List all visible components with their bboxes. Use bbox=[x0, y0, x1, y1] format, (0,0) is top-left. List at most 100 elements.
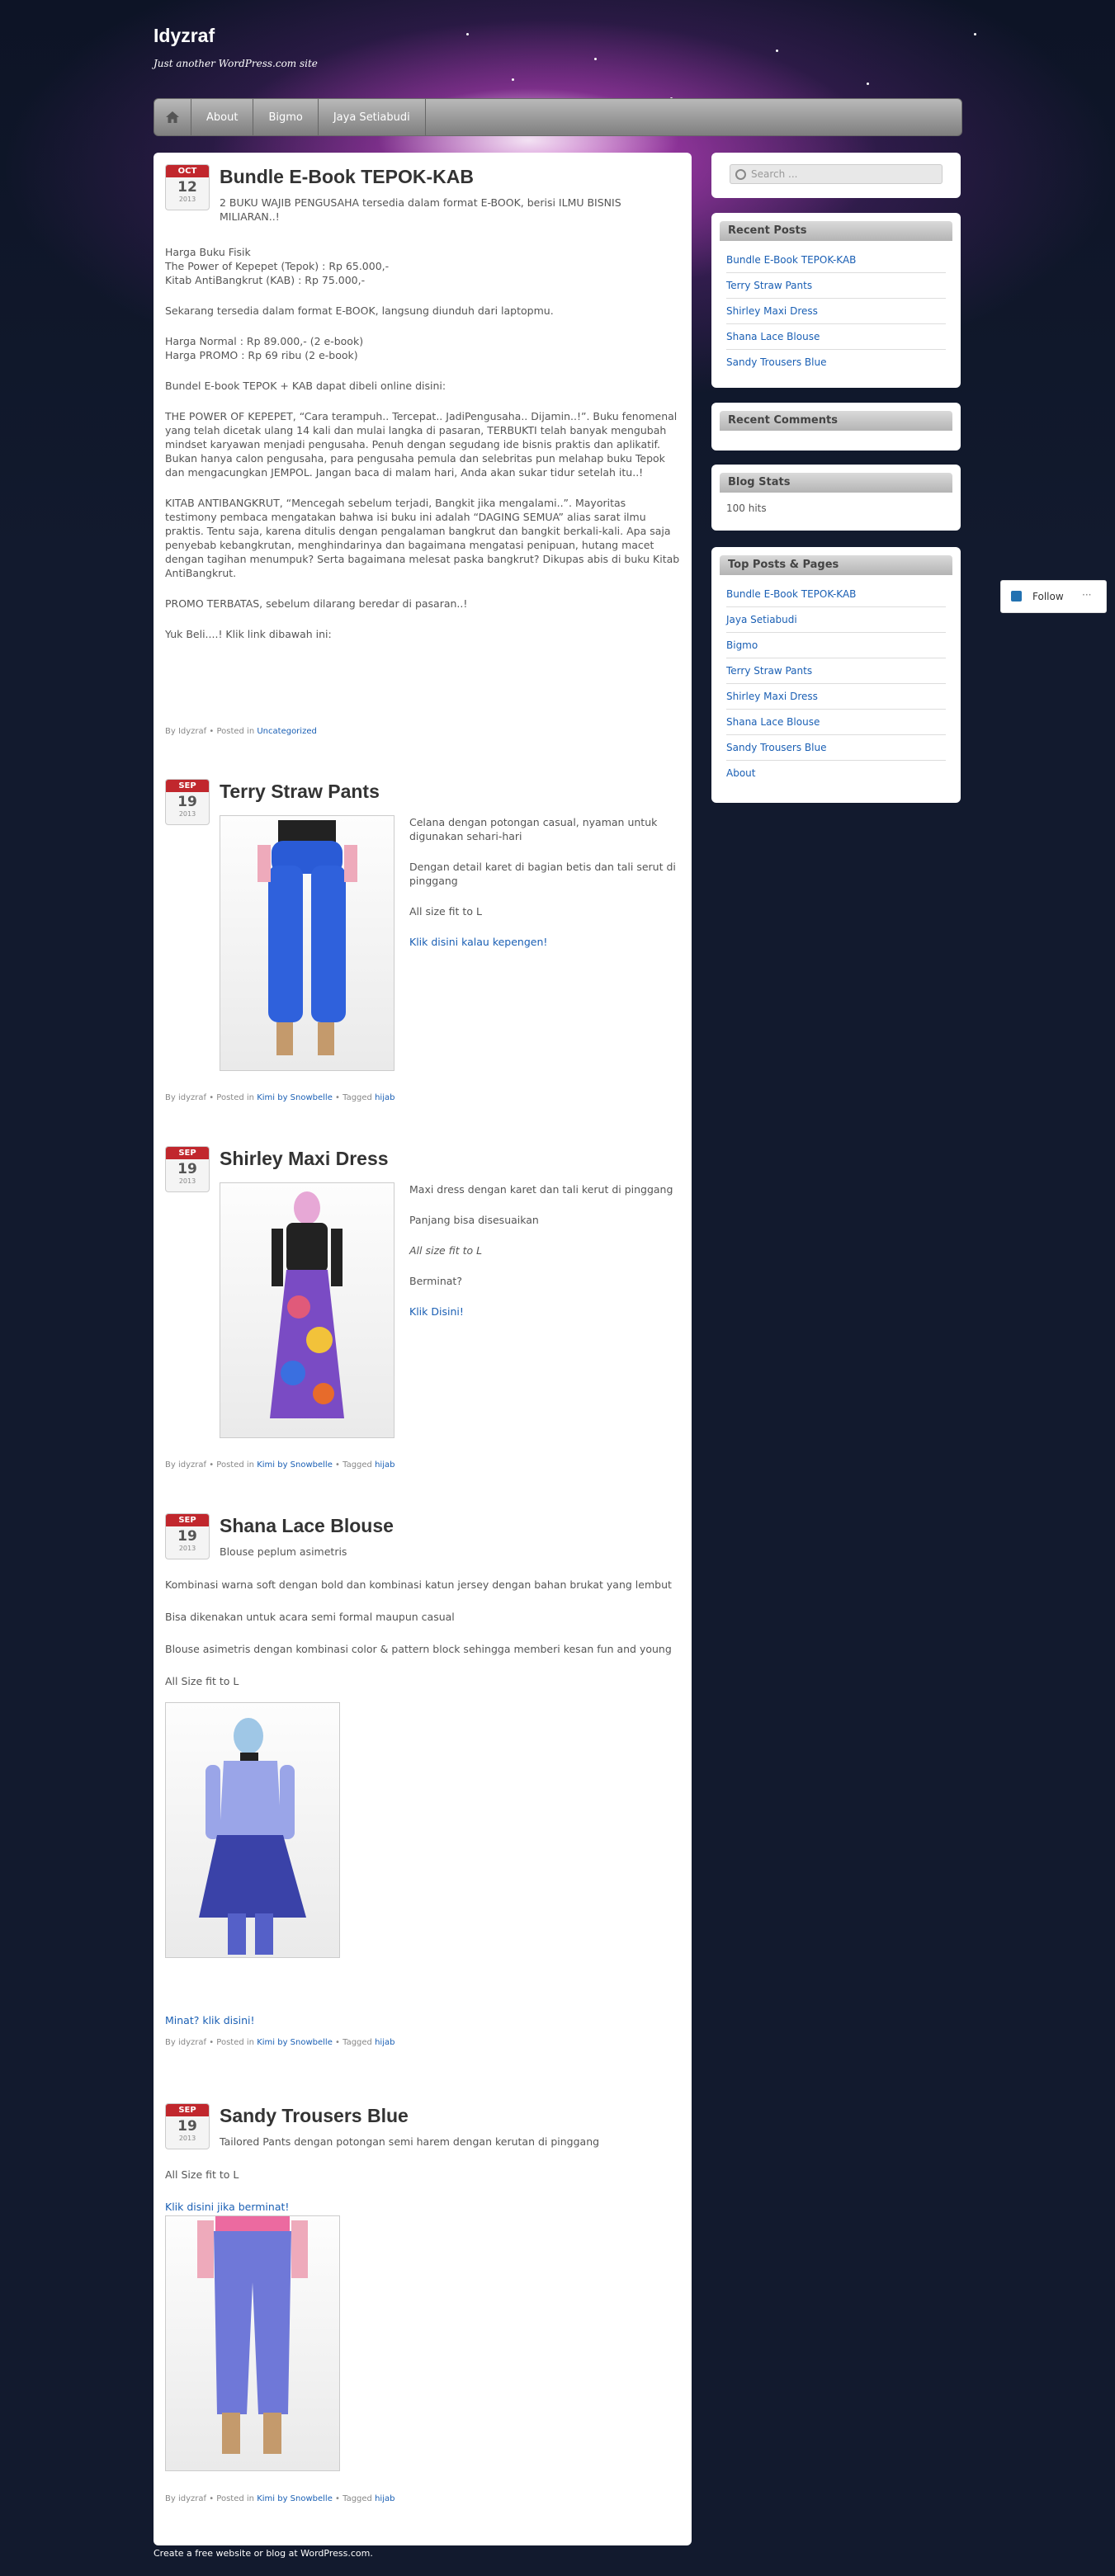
buy-link[interactable]: Klik Disini! bbox=[409, 1305, 682, 1319]
text-line: Maxi dress dengan karet dan tali kerut d… bbox=[409, 1183, 673, 1196]
recent-post-link[interactable]: Terry Straw Pants bbox=[726, 273, 946, 299]
body-line: PROMO TERBATAS, sebelum dilarang beredar… bbox=[165, 597, 468, 610]
post-title[interactable]: Sandy Trousers Blue bbox=[220, 2105, 409, 2127]
post-title[interactable]: Bundle E-Book TEPOK-KAB bbox=[220, 166, 474, 188]
recent-post-link[interactable]: Shirley Maxi Dress bbox=[726, 299, 946, 324]
post-author: By idyzraf bbox=[165, 2038, 207, 2047]
top-post-link[interactable]: Jaya Setiabudi bbox=[726, 607, 946, 633]
product-image[interactable] bbox=[165, 1702, 340, 1958]
buy-link[interactable]: Minat? klik disini! bbox=[165, 2013, 255, 2027]
body-line: Yuk Beli....! Klik link dibawah ini: bbox=[165, 628, 332, 640]
date-day: 19 bbox=[177, 2118, 197, 2135]
text-line: Bisa dikenakan untuk acara semi formal m… bbox=[165, 1611, 455, 1623]
posted-in-label: Posted in bbox=[216, 1093, 254, 1102]
tagged-label: Tagged bbox=[343, 1460, 372, 1470]
category-link[interactable]: Kimi by Snowbelle bbox=[257, 2038, 333, 2047]
body-line: Bundel E-book TEPOK + KAB dapat dibeli o… bbox=[165, 380, 446, 392]
more-options-icon[interactable]: ··· bbox=[1082, 589, 1091, 601]
date-day: 19 bbox=[177, 1161, 197, 1177]
widget-title: Top Posts & Pages bbox=[720, 555, 952, 575]
post-date: SEP 19 2013 bbox=[165, 779, 210, 825]
post-date: SEP 19 2013 bbox=[165, 1513, 210, 1559]
top-post-link[interactable]: Shirley Maxi Dress bbox=[726, 684, 946, 710]
date-year: 2013 bbox=[178, 2135, 196, 2142]
search-widget: Search ... bbox=[711, 153, 961, 198]
widget-title: Blog Stats bbox=[720, 473, 952, 493]
footer-credit[interactable]: Create a free website or blog at WordPre… bbox=[154, 2548, 373, 2559]
follow-button[interactable]: Follow ··· bbox=[1000, 580, 1107, 613]
top-posts-widget: Top Posts & Pages Bundle E-Book TEPOK-KA… bbox=[711, 547, 961, 803]
buy-link[interactable]: Klik disini jika berminat! bbox=[165, 2200, 680, 2214]
body-line: Kitab AntiBangkrut (KAB) : Rp 75.000,- bbox=[165, 274, 366, 286]
text-line: Celana dengan potongan casual, nyaman un… bbox=[409, 816, 658, 842]
date-year: 2013 bbox=[178, 810, 196, 818]
post-meta: By idyzraf • Posted in Kimi by Snowbelle… bbox=[165, 2494, 395, 2503]
post-author: By idyzraf bbox=[165, 1093, 207, 1102]
product-image[interactable] bbox=[220, 1182, 395, 1438]
post: SEP 19 2013 Sandy Trousers Blue Tailored… bbox=[154, 2092, 692, 2537]
tag-link[interactable]: hijab bbox=[375, 2494, 395, 2503]
date-month: SEP bbox=[166, 1514, 209, 1526]
tagged-label: Tagged bbox=[343, 1093, 372, 1102]
category-link[interactable]: Kimi by Snowbelle bbox=[257, 1093, 333, 1102]
post-author: By idyzraf bbox=[165, 1460, 207, 1470]
wordpress-icon bbox=[1011, 591, 1022, 602]
body-line: Harga Buku Fisik bbox=[165, 246, 251, 258]
post-meta: By idyzraf • Posted in Kimi by Snowbelle… bbox=[165, 1093, 395, 1102]
buy-link[interactable]: Klik disini kalau kepengen! bbox=[409, 935, 682, 949]
recent-post-link[interactable]: Shana Lace Blouse bbox=[726, 324, 946, 350]
search-input[interactable]: Search ... bbox=[730, 164, 943, 184]
tagged-label: Tagged bbox=[343, 2038, 372, 2047]
top-post-link[interactable]: Bundle E-Book TEPOK-KAB bbox=[726, 582, 946, 607]
posted-in-label: Posted in bbox=[216, 727, 255, 736]
text-line: Blouse asimetris dengan kombinasi color … bbox=[165, 1643, 672, 1655]
recent-post-link[interactable]: Bundle E-Book TEPOK-KAB bbox=[726, 248, 946, 273]
tag-link[interactable]: hijab bbox=[375, 1093, 395, 1102]
post: OCT 12 2013 Bundle E-Book TEPOK-KAB 2 BU… bbox=[154, 153, 692, 747]
nav-item-bigmo[interactable]: Bigmo bbox=[253, 99, 319, 135]
nav-item-about[interactable]: About bbox=[191, 99, 254, 135]
top-post-link[interactable]: Terry Straw Pants bbox=[726, 658, 946, 684]
date-year: 2013 bbox=[178, 1545, 196, 1552]
posted-in-label: Posted in bbox=[216, 2038, 254, 2047]
date-month: OCT bbox=[166, 165, 209, 177]
post-author: By idyzraf bbox=[165, 2494, 207, 2503]
category-link[interactable]: Kimi by Snowbelle bbox=[257, 2494, 333, 2503]
site-title[interactable]: Idyzraf bbox=[154, 25, 215, 47]
body-line: Harga PROMO : Rp 69 ribu (2 e-book) bbox=[165, 349, 358, 361]
text-line: All size fit to L bbox=[409, 1244, 483, 1257]
top-post-link[interactable]: Sandy Trousers Blue bbox=[726, 735, 946, 761]
widget-title: Recent Posts bbox=[720, 221, 952, 241]
text-line: Dengan detail karet di bagian betis dan … bbox=[409, 861, 676, 887]
post-date: SEP 19 2013 bbox=[165, 2103, 210, 2149]
recent-post-link[interactable]: Sandy Trousers Blue bbox=[726, 350, 946, 375]
post-lead: Tailored Pants dengan potongan semi hare… bbox=[220, 2135, 600, 2148]
post-body: Kombinasi warna soft dengan bold dan kom… bbox=[165, 1578, 680, 1688]
home-icon[interactable] bbox=[154, 99, 191, 135]
post-title[interactable]: Shirley Maxi Dress bbox=[220, 1148, 389, 1170]
hit-counter: 100 hits bbox=[726, 502, 767, 514]
top-post-link[interactable]: Shana Lace Blouse bbox=[726, 710, 946, 735]
post-date: SEP 19 2013 bbox=[165, 1146, 210, 1192]
tag-link[interactable]: hijab bbox=[375, 1460, 395, 1470]
product-image[interactable] bbox=[165, 2215, 340, 2471]
body-line: Sekarang tersedia dalam format E-BOOK, l… bbox=[165, 304, 554, 317]
tag-link[interactable]: hijab bbox=[375, 2038, 395, 2047]
category-link[interactable]: Kimi by Snowbelle bbox=[257, 1460, 333, 1470]
post-title[interactable]: Terry Straw Pants bbox=[220, 781, 380, 803]
top-post-link[interactable]: About bbox=[726, 761, 946, 786]
text-line: All size fit to L bbox=[409, 905, 482, 918]
main-content: OCT 12 2013 Bundle E-Book TEPOK-KAB 2 BU… bbox=[154, 153, 692, 2545]
product-image[interactable] bbox=[220, 815, 395, 1071]
text-line: Panjang bisa disesuaikan bbox=[409, 1214, 539, 1226]
nav-item-jaya-setiabudi[interactable]: Jaya Setiabudi bbox=[319, 99, 426, 135]
post-lead: 2 BUKU WAJIB PENGUSAHA tersedia dalam fo… bbox=[220, 196, 621, 223]
post-author: By Idyzraf bbox=[165, 727, 207, 736]
post-title[interactable]: Shana Lace Blouse bbox=[220, 1515, 394, 1537]
date-day: 19 bbox=[177, 1528, 197, 1545]
main-navigation: About Bigmo Jaya Setiabudi bbox=[154, 98, 962, 136]
date-month: SEP bbox=[166, 2104, 209, 2116]
top-post-link[interactable]: Bigmo bbox=[726, 633, 946, 658]
category-link[interactable]: Uncategorized bbox=[257, 727, 316, 736]
post-text: Maxi dress dengan karet dan tali kerut d… bbox=[409, 1166, 682, 1319]
